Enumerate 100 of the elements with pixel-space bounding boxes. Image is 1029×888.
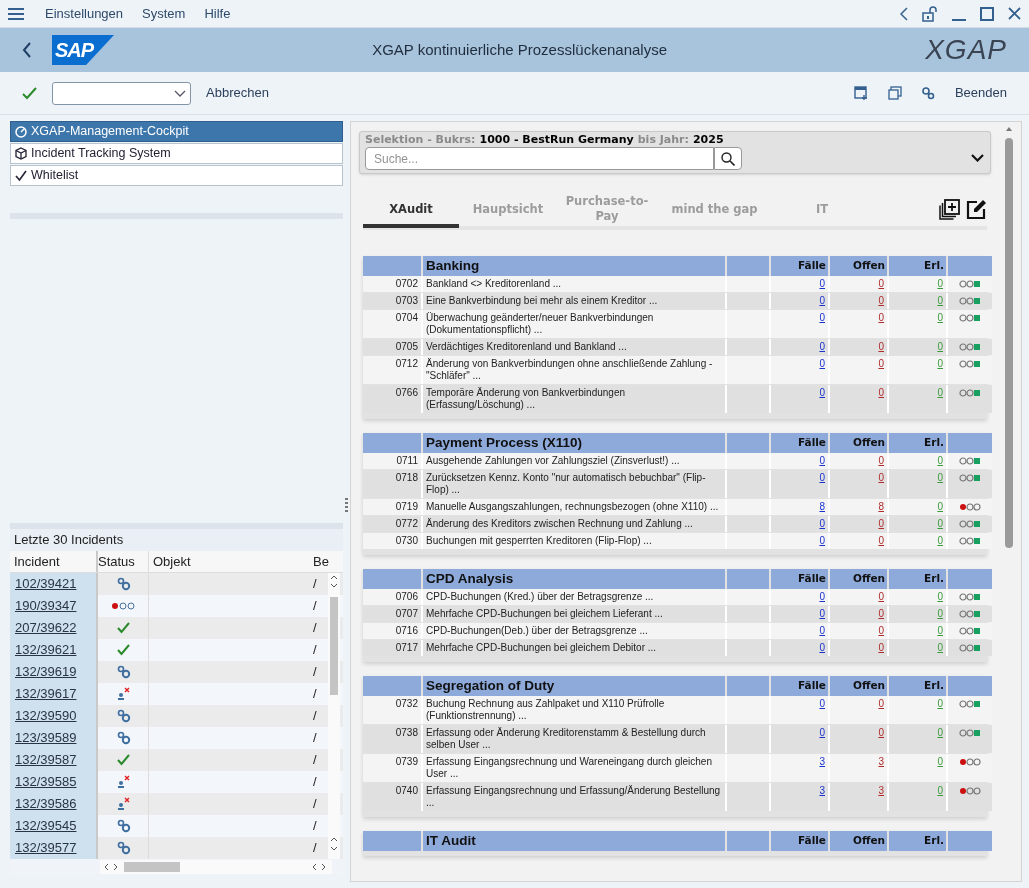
count-link[interactable]: 0 [878,472,884,483]
count-link[interactable]: 0 [937,312,943,323]
table-cell [727,470,769,498]
count-link[interactable]: 0 [937,535,943,546]
menu-item[interactable]: Hilfe [204,3,231,24]
add-copies-icon[interactable] [939,198,960,220]
count-link[interactable]: 0 [819,358,825,369]
check-description: Änderung von Bankverbindungen ohne anschließende Zahlung - "Schläfer" ... [426,358,713,381]
maximize-icon[interactable] [980,6,994,21]
column-header: Status [98,552,136,571]
count-link[interactable]: 0 [819,295,825,306]
count-link[interactable]: 0 [937,501,943,512]
back-chevron-icon[interactable] [900,6,908,21]
count-link[interactable]: 0 [819,472,825,483]
count-link[interactable]: 0 [878,341,884,352]
count-link[interactable]: 0 [878,295,884,306]
vertical-scrollbar[interactable] [328,573,340,859]
check-description: CPD-Buchungen (Kred.) über der Betragsgrenze ... [426,591,654,602]
close-icon[interactable] [1008,7,1021,20]
search-button[interactable] [714,147,742,170]
count-link[interactable]: 3 [878,785,884,796]
count-link[interactable]: 0 [937,698,943,709]
table-cell-text: / [313,575,317,594]
table-cell-text: / [313,685,317,704]
count-link[interactable]: 0 [878,518,884,529]
header-cell [363,256,421,277]
count-link[interactable]: 0 [819,518,825,529]
checkmark-icon[interactable] [22,86,37,100]
count-link[interactable]: 0 [878,358,884,369]
menu-item[interactable]: Einstellungen [45,3,124,24]
count-link[interactable]: 0 [819,698,825,709]
cancel-button[interactable]: Abbrechen [206,83,269,103]
menu-icon[interactable] [8,6,24,21]
windows-icon[interactable] [887,86,902,100]
header-cell [363,569,421,590]
header-cell [727,831,769,852]
table-cell-text: / [313,817,317,836]
table-cell-text: / [313,839,317,858]
column-header: Offen [852,571,885,587]
count-link[interactable]: 0 [878,727,884,738]
count-link[interactable]: 0 [819,278,825,289]
count-link[interactable]: 0 [937,591,943,602]
count-link[interactable]: 8 [819,501,825,512]
count-link[interactable]: 0 [878,608,884,619]
check-description: Ausgehende Zahlungen vor Zahlungsziel (Zinsverlust!) ... [426,455,680,466]
count-link[interactable]: 0 [878,278,884,289]
row-code: 0707 [395,608,418,619]
row-code: 0719 [395,501,418,512]
count-link[interactable]: 0 [878,591,884,602]
count-link[interactable]: 0 [878,698,884,709]
nav-item[interactable]: Whitelist [10,165,343,186]
count-link[interactable]: 0 [937,455,943,466]
header-cell [948,256,992,277]
table-cell-text: / [313,641,317,660]
count-link[interactable]: 0 [878,625,884,636]
count-link[interactable]: 3 [819,785,825,796]
count-link[interactable]: 0 [819,535,825,546]
count-link[interactable]: 0 [819,341,825,352]
count-link[interactable]: 0 [819,608,825,619]
command-field[interactable] [52,81,191,105]
nav-item[interactable]: Incident Tracking System [10,143,343,164]
edit-icon[interactable] [966,198,987,220]
unlocked-lock-icon[interactable] [922,5,938,22]
count-link[interactable]: 0 [878,312,884,323]
check-description: Buchung Rechnung aus Zahlpaket und X110 Prüfrolle (Funktionstrennung) ... [426,698,665,721]
count-link[interactable]: 0 [878,642,884,653]
count-link[interactable]: 0 [878,535,884,546]
selection-text: bis Jahr: [637,132,689,147]
search-field[interactable]: Suche... [365,147,714,170]
count-link[interactable]: 0 [819,455,825,466]
checkmark-icon [115,643,131,657]
count-link[interactable]: 0 [819,387,825,398]
count-link[interactable]: 0 [937,358,943,369]
column-header: Offen [852,435,885,451]
count-link[interactable]: 0 [819,642,825,653]
count-link[interactable]: 0 [819,591,825,602]
user-error-icon [115,775,131,789]
count-link[interactable]: 8 [878,501,884,512]
horizontal-scrollbar[interactable] [100,860,332,874]
count-link[interactable]: 0 [937,756,943,767]
count-link[interactable]: 3 [878,756,884,767]
table-cell [727,783,769,811]
count-link[interactable]: 0 [878,387,884,398]
count-link[interactable]: 0 [819,625,825,636]
tab[interactable]: XAudit [363,194,459,228]
splitter-handle-icon[interactable] [345,497,348,512]
exit-button[interactable]: Beenden [954,83,1007,103]
count-link[interactable]: 0 [819,312,825,323]
count-link[interactable]: 0 [937,278,943,289]
settings-icon[interactable] [920,86,935,100]
count-link[interactable]: 0 [937,625,943,636]
back-icon[interactable] [22,42,32,58]
count-link[interactable]: 3 [819,756,825,767]
count-link[interactable]: 0 [878,455,884,466]
count-link[interactable]: 0 [819,727,825,738]
menu-item[interactable]: System [142,3,186,24]
nav-item[interactable]: XGAP-Management-Cockpit [10,121,343,142]
expand-chevron-icon[interactable] [971,154,984,162]
column-header: Fälle [798,435,826,451]
new-window-icon[interactable] [853,86,868,100]
